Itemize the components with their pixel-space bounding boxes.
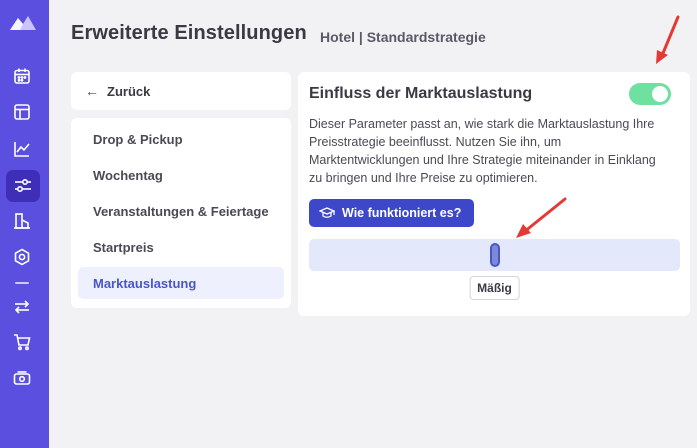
menu-item-drop-pickup[interactable]: Drop & Pickup (78, 123, 284, 155)
cart-icon[interactable] (11, 331, 33, 353)
arrow-left-icon: ← (85, 83, 99, 99)
money-icon[interactable] (11, 368, 33, 390)
buildings-icon[interactable] (11, 210, 33, 232)
layout-icon[interactable] (11, 101, 33, 123)
logo-icon[interactable] (10, 14, 36, 30)
menu-item-marktauslastung[interactable]: Marktauslastung (78, 267, 284, 299)
menu-item-veranstaltungen[interactable]: Veranstaltungen & Feiertage (78, 195, 284, 227)
panel-title: Einfluss der Marktauslastung (309, 85, 533, 102)
panel-description: Dieser Parameter passt an, wie stark die… (309, 117, 656, 185)
settings-icon[interactable] (11, 246, 33, 268)
menu-item-wochentag[interactable]: Wochentag (78, 159, 284, 191)
calendar-icon[interactable] (11, 65, 33, 87)
sliders-icon[interactable] (6, 170, 40, 202)
back-button[interactable]: ← Zurück (71, 72, 291, 110)
slider-value-label: Mäßig (469, 276, 520, 300)
sync-icon[interactable] (11, 296, 33, 318)
annotation-arrow-icon (516, 197, 567, 238)
how-it-works-button[interactable]: Wie funktioniert es? (309, 199, 474, 227)
back-label: Zurück (107, 83, 151, 99)
sidebar-nav (0, 0, 49, 448)
toggle-knob (652, 86, 668, 102)
page-subtitle: Hotel | Standardstrategie (320, 29, 486, 45)
settings-panel: Einfluss der Marktauslastung Dieser Para… (298, 72, 690, 316)
page-title: Erweiterte Einstellungen (71, 22, 307, 44)
chart-icon[interactable] (11, 138, 33, 160)
nav-separator (15, 282, 29, 284)
how-it-works-label: Wie funktioniert es? (342, 206, 462, 220)
influence-slider[interactable] (309, 239, 680, 271)
enable-toggle[interactable] (629, 83, 671, 105)
settings-menu: Drop & Pickup Wochentag Veranstaltungen … (71, 118, 291, 308)
menu-item-startpreis[interactable]: Startpreis (78, 231, 284, 263)
graduation-cap-icon (319, 207, 335, 218)
annotation-arrow-icon (656, 15, 680, 64)
slider-handle[interactable] (489, 243, 500, 267)
